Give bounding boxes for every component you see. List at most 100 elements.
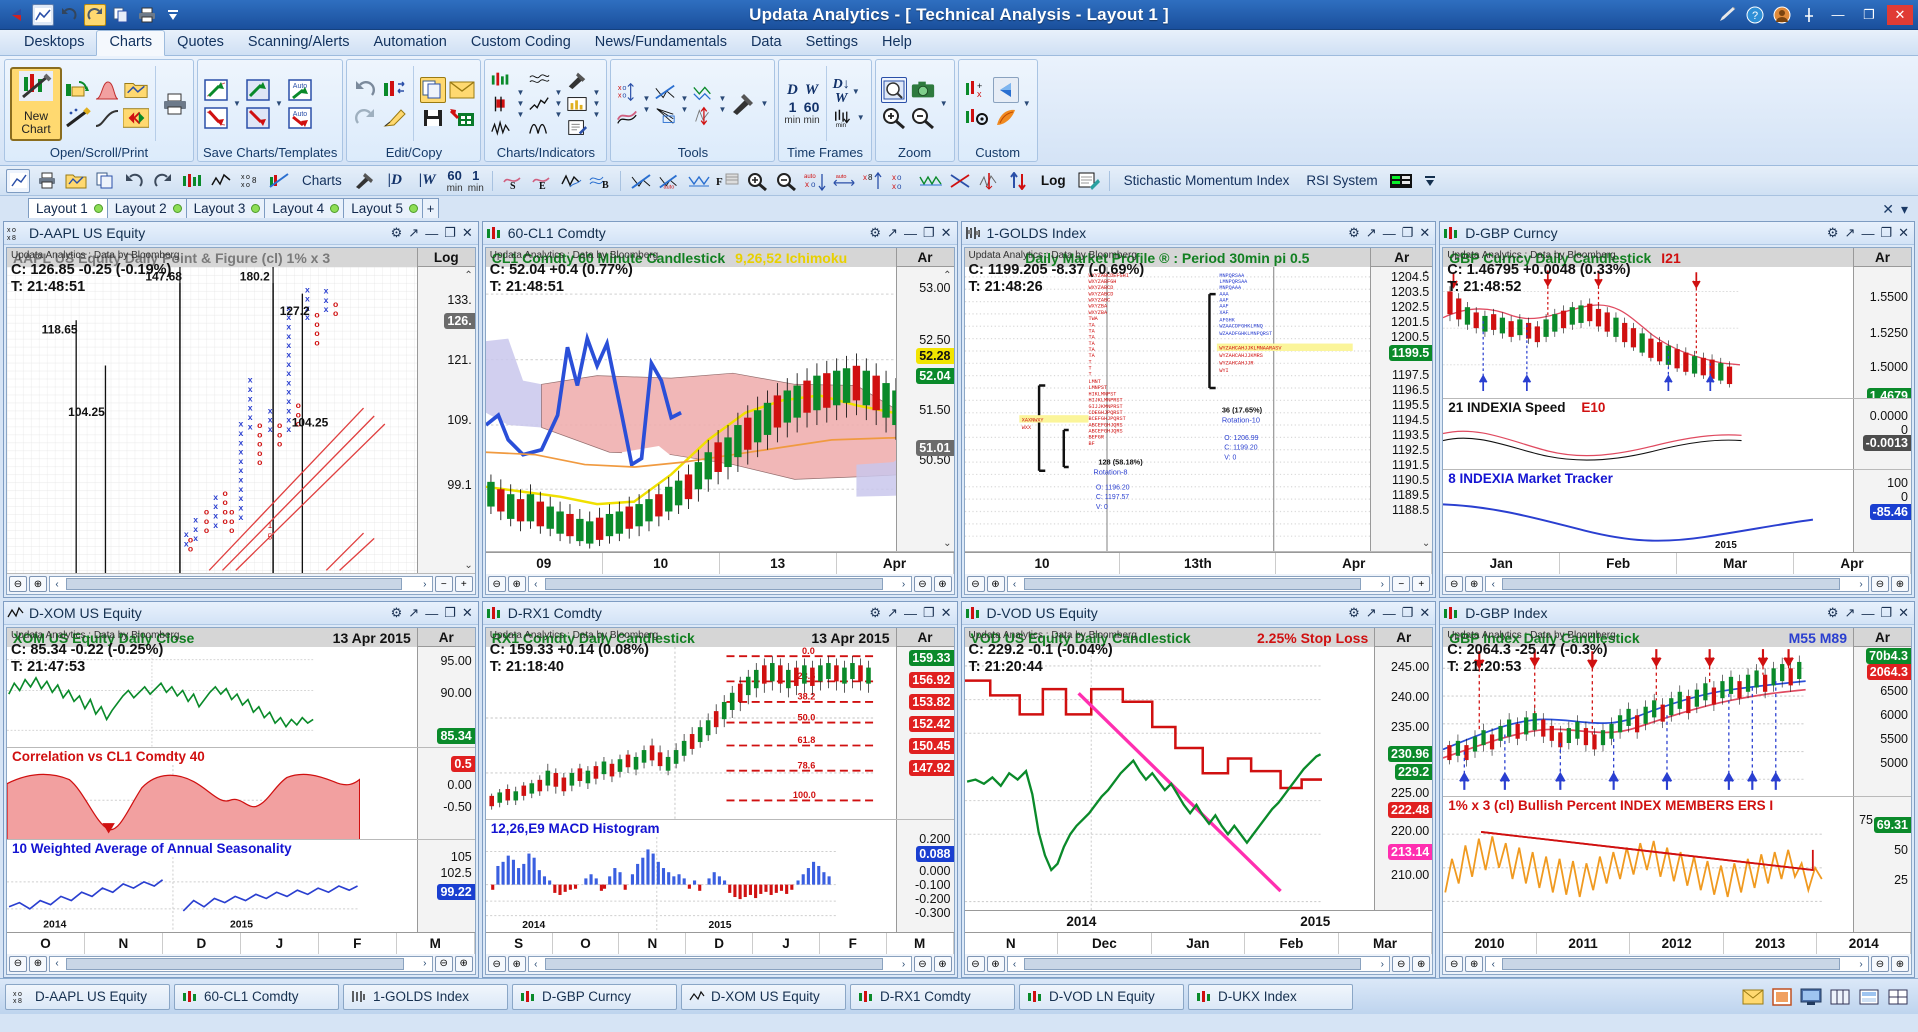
intraday-dropdown-icon[interactable]: ▼ [856,113,866,122]
zoom-out-icon[interactable] [910,105,936,131]
plot-area-bullish-percent[interactable]: 1% x 3 (cl) Bullish Percent INDEX MEMBER… [1443,797,1853,932]
wave-overlay-icon[interactable] [528,69,550,91]
toolbar-pnf-icon[interactable]: xoxo8 [238,169,262,193]
axis-correlation[interactable]: 0.5 0.00 -0.50 [416,747,475,840]
menu-item-data[interactable]: Data [739,31,794,55]
increase-scale-button[interactable]: ⊕ [1891,956,1909,972]
minimize-icon[interactable]: — [904,606,917,621]
custom-settings-icon[interactable] [964,105,990,131]
toolbar-redo-icon[interactable] [151,169,175,193]
scroll-left-arrow[interactable]: ‹ [50,579,64,590]
monitor-icon[interactable] [1800,987,1822,1007]
price-axis-cl1[interactable]: Ar 53.00 52.50 51.50 50.50 52.28 52.04 5… [895,248,954,551]
plot-area-xom[interactable]: XOM US Equity Daily Close 13 Apr 2015 Up… [7,628,417,747]
menu-item-news-fundamentals[interactable]: News/Fundamentals [583,31,739,55]
close-icon[interactable]: ✕ [941,225,952,241]
snapshot-icon[interactable] [910,77,936,103]
plot-area-seasonality[interactable]: 10 Weighted Average of Annual Seasonalit… [7,840,417,932]
tools-dropdown-icon[interactable]: ▼ [591,88,601,97]
close-icon[interactable]: ✕ [1419,225,1430,241]
chart-footer-gbp-index[interactable]: ⊖ ⊕ ‹ › ⊖ ⊕ [1443,954,1911,974]
increase-scale-button[interactable]: ⊕ [454,955,473,972]
toolbar-candlestick-icon[interactable] [180,169,204,193]
horizontal-scrollbar[interactable]: ‹ › [1006,956,1391,972]
scroll-left-arrow[interactable]: ‹ [1008,959,1022,970]
minimize-icon[interactable]: — [1861,606,1874,621]
close-icon[interactable]: ✕ [462,225,473,241]
zoom-in-button[interactable]: ⊕ [986,956,1005,972]
menu-bar[interactable]: Desktops Charts Quotes Scanning/Alerts A… [0,30,1918,56]
minimize-icon[interactable]: — [904,226,917,241]
custom-dropdown-icon[interactable]: ▼ [1022,99,1032,108]
scroll-forward-back-icon[interactable] [123,105,149,131]
layout-tab-bar[interactable]: Layout 1 Layout 2 Layout 3 Layout 4 Layo… [0,196,1918,218]
decrease-scale-button[interactable]: − [1392,576,1411,592]
horizontal-scrollbar[interactable]: ‹ › [1485,956,1869,972]
timeframe-daily-button[interactable]: D 1 min [784,82,800,126]
load-template-down-icon[interactable] [245,105,271,131]
gear-icon[interactable]: ⚙ [391,605,403,621]
zoom-in-button[interactable]: ⊕ [29,576,47,592]
chart-window-aapl[interactable]: xox8 D-AAPL US Equity ⚙ ↗ — ❐ ✕ AAPL US … [3,221,479,598]
tools-hammer-icon[interactable] [566,69,588,91]
plot-area-vod[interactable]: VOD US Equity Daily Candlestick 2.25% St… [964,628,1375,910]
plot-area-gbp-curncy[interactable]: GBP Curncy Daily Candlestick I21 Updata … [1443,248,1853,399]
volume-dropdown-icon[interactable]: ▼ [515,99,525,108]
gear-icon[interactable]: ⚙ [1827,225,1839,241]
axis-scroll-up-icon[interactable]: ⌃ [943,270,951,281]
toolbar-auto-fit-icon[interactable]: auto [832,169,856,193]
close-icon[interactable]: ✕ [1898,605,1909,621]
scroll-right-arrow[interactable]: › [1375,959,1389,970]
add-layout-button[interactable]: + [421,198,439,218]
auto-save-up-icon[interactable]: Auto [287,77,313,103]
screen-icon[interactable] [1858,987,1880,1007]
toolbar-auto-trend-icon[interactable]: auto [658,169,682,193]
gear-icon[interactable]: ⚙ [1348,225,1360,241]
taskbar-item-aapl[interactable]: xox8 D-AAPL US Equity [5,983,170,1010]
layout-tab-3[interactable]: Layout 3 [185,198,266,218]
fan-lines-icon[interactable] [654,105,676,127]
toolbar-up-down-icon[interactable] [1006,169,1030,193]
toolbar-tf-weekly[interactable]: |W [413,172,442,189]
measure-dropdown-icon[interactable]: ▼ [591,99,601,108]
decrease-scale-button[interactable]: ⊖ [913,576,932,592]
panel-icon[interactable] [1829,987,1851,1007]
spread-icon[interactable] [692,105,714,127]
minimize-icon[interactable]: — [425,226,438,241]
horizontal-scrollbar[interactable]: ‹ › [49,955,433,972]
grid-icon[interactable] [1887,987,1909,1007]
chart-window-gbp-curncy[interactable]: D-GBP Curncy ⚙ ↗ — ❐ ✕ GBP Curncy Daily Cand… [1439,221,1915,598]
zoom-in-button[interactable]: ⊕ [986,576,1005,592]
horizontal-scrollbar[interactable]: ‹ › [1006,576,1391,592]
print-chart-icon[interactable] [162,91,188,117]
scrollbar-thumb[interactable] [1023,578,1362,590]
toolbar-stop-e-icon[interactable]: E [530,169,554,193]
chart-window-rx1[interactable]: D-RX1 Comdty ⚙ ↗ — ❐ ✕ RX1 Comdty Daily Cand… [481,601,958,978]
email-chart-icon[interactable] [449,77,475,103]
secondary-toolbar[interactable]: xoxo8 Charts |D |W 60 min 1 min S E B auto… [0,166,1918,196]
taskbar-item-rx1[interactable]: D-RX1 Comdty [850,983,1015,1010]
close-icon[interactable]: ✕ [941,605,952,621]
price-axis-gbp-index[interactable]: Ar 70b4.3 2064.3 6500 6000 5500 5000 [1853,628,1911,797]
taskbar-item-vod-ln[interactable]: D-VOD LN Equity [1019,983,1184,1010]
scrollbar-thumb[interactable] [1502,578,1840,590]
scroll-left-arrow[interactable]: ‹ [50,958,64,969]
save-chart-dropdown-icon[interactable]: ▼ [232,99,242,108]
plot-area-rx1[interactable]: RX1 Comdty Daily Candlestick 13 Apr 2015… [485,628,896,819]
save-template-up-icon[interactable] [245,77,271,103]
plot-area-cl1[interactable]: CL1 Comdty 60 Minute Candlestick 9,26,52… [485,248,896,551]
intraday-minutes-icon[interactable]: min [833,107,855,129]
export-grid-icon[interactable] [449,105,475,131]
load-chart-down-icon[interactable] [203,105,229,131]
tools-settings-icon[interactable] [730,91,756,117]
scrollbar-thumb[interactable] [1023,958,1362,970]
distribution-chart-icon[interactable] [94,77,120,103]
fan-dropdown-icon[interactable]: ▼ [679,105,689,114]
scroll-left-arrow[interactable]: ‹ [1486,959,1500,970]
share-icon[interactable]: ↗ [1845,225,1856,241]
zoom-in-button[interactable]: ⊕ [1465,576,1484,592]
toolbar-stop-s-icon[interactable]: S [501,169,525,193]
minimize-icon[interactable]: — [1861,226,1874,241]
chart-footer-cl1[interactable]: ⊖ ⊕ ‹ › ⊖ ⊕ [485,574,954,594]
scrollbar-thumb[interactable] [66,957,404,970]
